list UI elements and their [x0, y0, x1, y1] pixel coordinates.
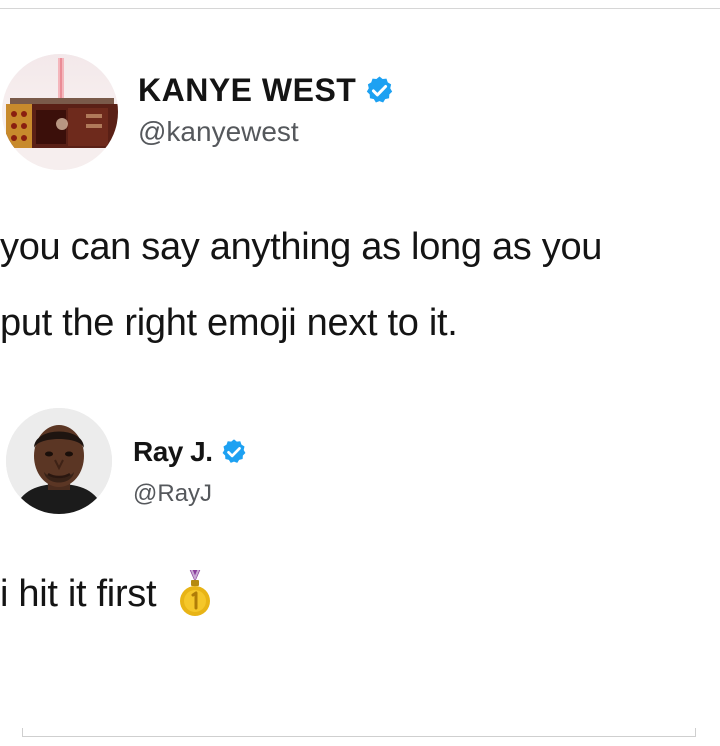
avatar[interactable] — [2, 54, 118, 170]
handle[interactable]: @kanyewest — [138, 116, 299, 148]
verified-badge-icon — [222, 439, 245, 463]
bottom-divider-left-tick — [22, 728, 23, 737]
name-row: Ray J. — [133, 436, 248, 468]
album-art-avatar-icon — [2, 54, 118, 170]
handle[interactable]: @RayJ — [133, 480, 212, 508]
display-name[interactable]: Ray J. — [133, 436, 213, 468]
bottom-divider-right-tick — [695, 728, 696, 737]
tweet-text-line: put the right emoji next to it. — [0, 302, 458, 344]
tweet-text: i hit it first — [0, 572, 157, 615]
display-name[interactable]: KANYE WEST — [138, 72, 356, 109]
avatar[interactable] — [6, 408, 112, 514]
profile-photo-avatar-icon — [6, 408, 112, 514]
tweet-text-line: i hit it first — [0, 570, 720, 618]
verified-badge-icon — [367, 76, 393, 103]
name-row: KANYE WEST — [138, 72, 395, 109]
bottom-divider — [22, 736, 696, 737]
first-place-medal-icon — [180, 570, 211, 616]
top-divider — [0, 8, 720, 9]
tweet-text-line: you can say anything as long as you — [0, 226, 603, 268]
